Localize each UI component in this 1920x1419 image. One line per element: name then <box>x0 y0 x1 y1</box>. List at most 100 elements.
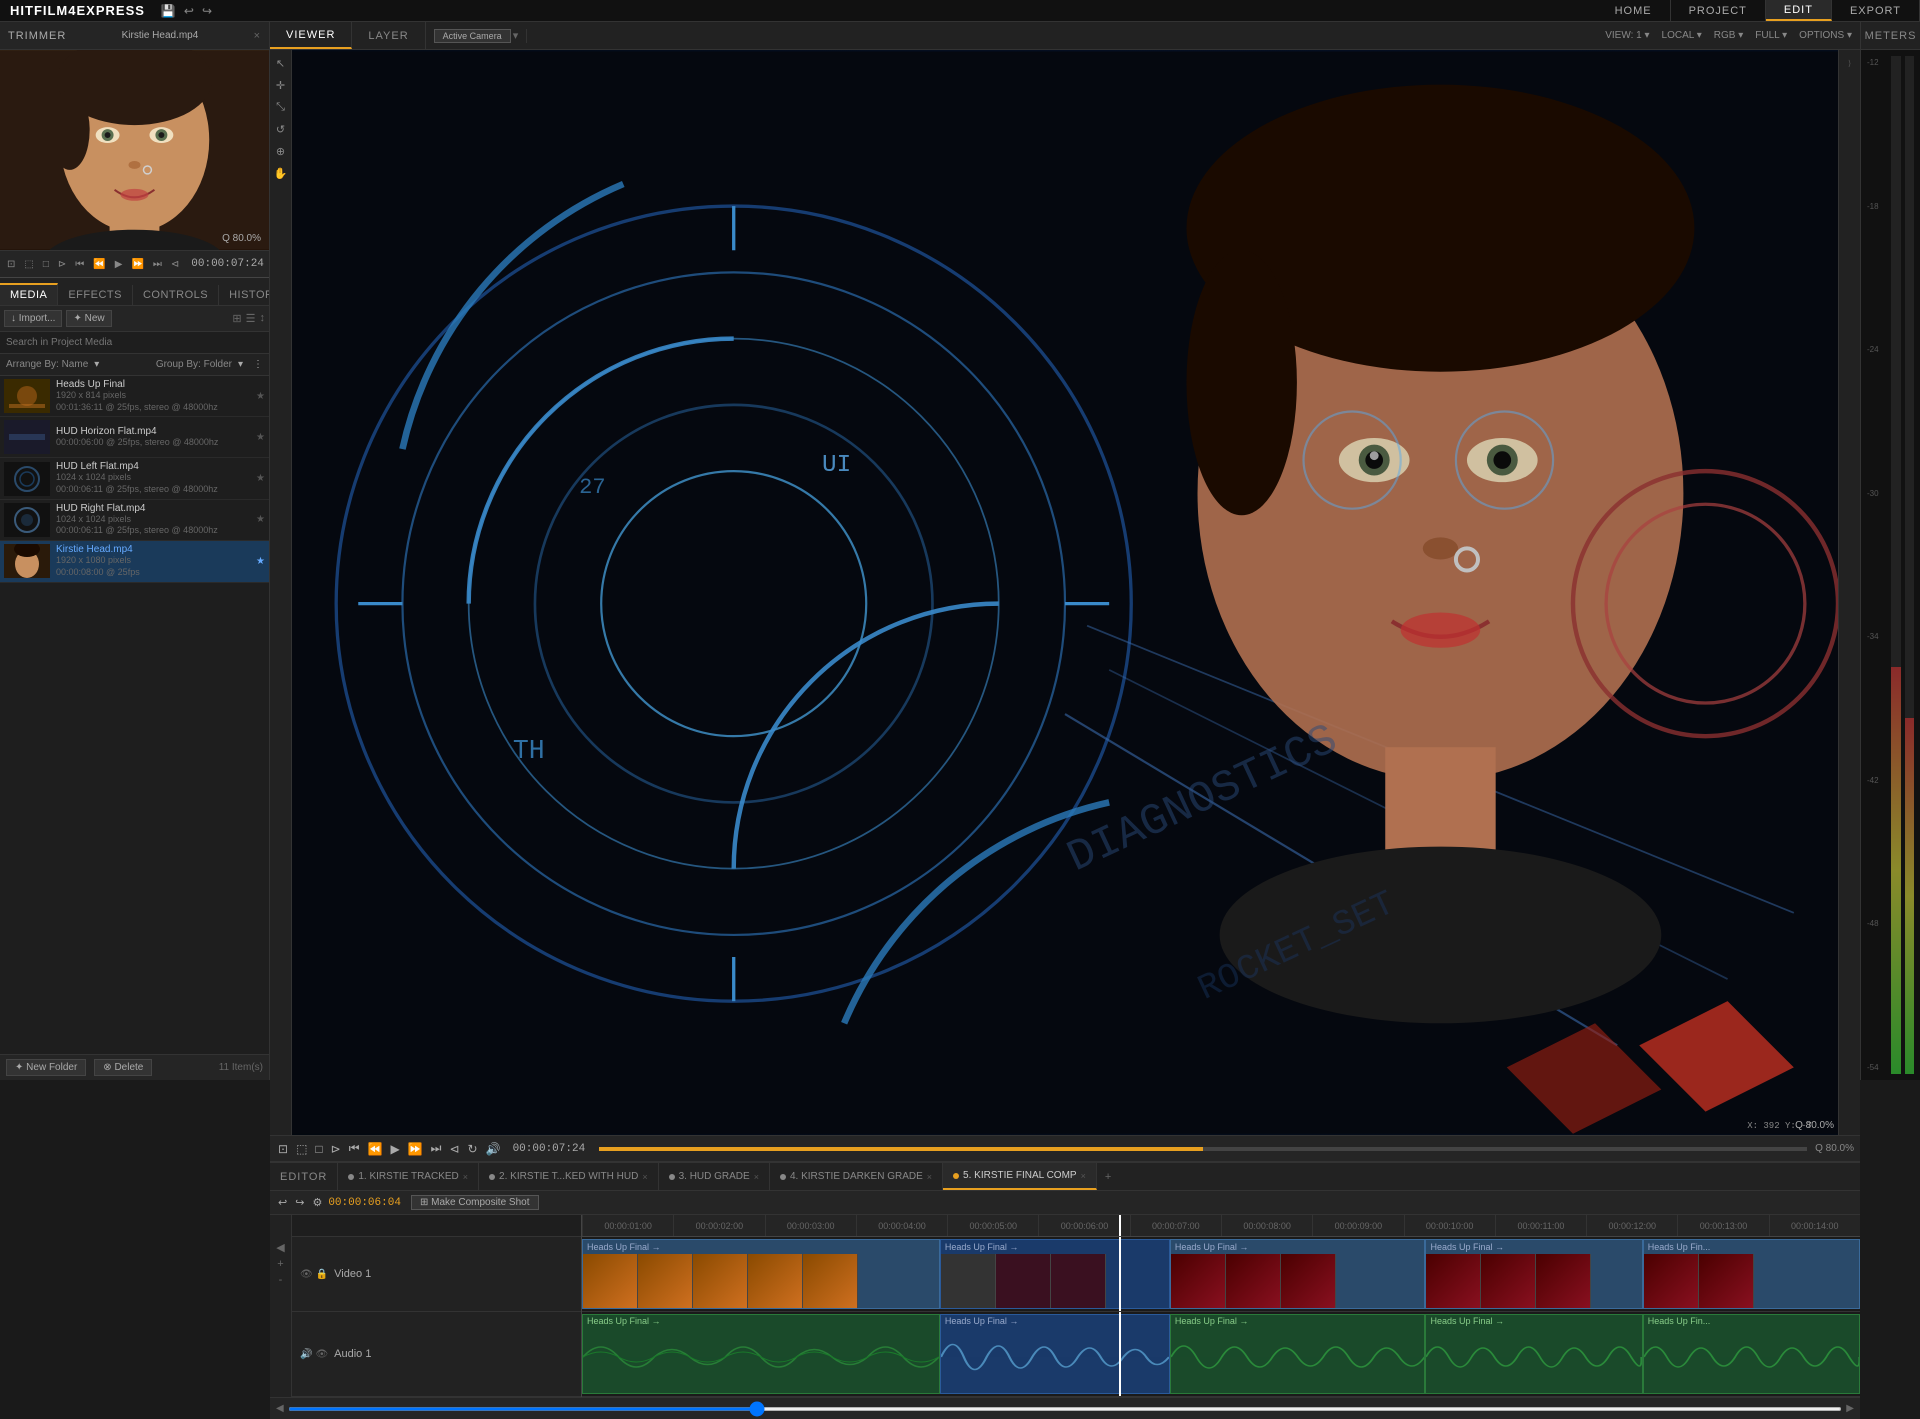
trim-ctrl-step-back[interactable]: ⏪ <box>90 257 108 272</box>
comp-tab-1[interactable]: 2. KIRSTIE T...KED WITH HUD × <box>479 1163 659 1190</box>
move-tool[interactable]: ✛ <box>272 76 290 94</box>
redo-icon[interactable]: ↪ <box>202 4 212 18</box>
comp-close-3[interactable]: × <box>927 1172 932 1182</box>
tc-settings[interactable]: ⚙ <box>310 1196 324 1209</box>
media-item-0[interactable]: Heads Up Final 1920 x 814 pixels 00:01:3… <box>0 376 269 417</box>
timeline-plus-btn[interactable]: + <box>1097 1171 1119 1183</box>
tab-viewer[interactable]: VIEWER <box>270 22 352 49</box>
zoom-viewer-tool[interactable]: ⊕ <box>272 142 290 160</box>
vc-btn-2[interactable]: ⬚ <box>294 1142 309 1156</box>
pointer-tool[interactable]: ↖ <box>272 54 290 72</box>
group-dropdown-icon[interactable]: ▾ <box>238 359 243 370</box>
video-clip-4[interactable]: Heads Up Fin... <box>1643 1239 1860 1309</box>
trim-ctrl-end[interactable]: ⏭ <box>150 257 165 272</box>
vc-audio[interactable]: 🔊 <box>484 1142 503 1156</box>
vc-mark-in[interactable]: ⊳ <box>329 1142 343 1156</box>
trim-ctrl-play[interactable]: ▶ <box>112 257 126 272</box>
vc-step-fwd[interactable]: ⏩ <box>406 1142 425 1156</box>
comp-close-1[interactable]: × <box>642 1172 647 1182</box>
new-button[interactable]: ✦ New <box>66 310 111 327</box>
tab-effects[interactable]: EFFECTS <box>58 285 133 305</box>
tab-export[interactable]: EXPORT <box>1832 0 1920 21</box>
undo-icon[interactable]: ↩ <box>184 4 194 18</box>
delete-button[interactable]: ⊗ Delete <box>94 1059 152 1076</box>
new-folder-button[interactable]: ✦ New Folder <box>6 1059 86 1076</box>
options-option[interactable]: OPTIONS <box>1799 30 1852 41</box>
active-camera-btn[interactable]: Active Camera <box>434 29 511 43</box>
comp-tab-2[interactable]: 3. HUD GRADE × <box>659 1163 770 1190</box>
vc-btn-1[interactable]: ⊡ <box>276 1142 290 1156</box>
video-lock-icon[interactable]: 🔒 <box>316 1269 328 1280</box>
media-item-1[interactable]: HUD Horizon Flat.mp4 00:00:06:00 @ 25fps… <box>0 417 269 458</box>
media-item-0-star[interactable]: ★ <box>256 391 265 402</box>
vc-mark-out[interactable]: ⊲ <box>447 1142 461 1156</box>
audio-speaker-icon[interactable]: 🔊 <box>300 1349 312 1360</box>
trim-ctrl-3[interactable]: □ <box>40 257 52 272</box>
trim-ctrl-mark-out[interactable]: ⊲ <box>168 257 182 272</box>
search-input[interactable] <box>6 337 263 348</box>
trim-ctrl-2[interactable]: ⬚ <box>21 257 36 272</box>
rotate-tool[interactable]: ↺ <box>272 120 290 138</box>
video-eye-icon[interactable]: 👁 <box>300 1269 313 1280</box>
trimmer-close[interactable]: × <box>254 30 261 42</box>
audio-eye-icon[interactable]: 👁 <box>315 1349 328 1360</box>
comp-close-2[interactable]: × <box>754 1172 759 1182</box>
comp-tab-3[interactable]: 4. KIRSTIE DARKEN GRADE × <box>770 1163 943 1190</box>
tl-scroll-left[interactable]: ◀ <box>276 1403 284 1414</box>
arrange-dropdown-icon[interactable]: ▾ <box>94 359 99 370</box>
tab-media[interactable]: MEDIA <box>0 283 58 305</box>
media-item-3[interactable]: HUD Right Flat.mp4 1024 x 1024 pixels 00… <box>0 500 269 541</box>
tab-project[interactable]: PROJECT <box>1671 0 1766 21</box>
ts-btn-2[interactable]: + <box>277 1258 283 1270</box>
audio-clip-1[interactable]: Heads Up Final → <box>940 1314 1170 1394</box>
vc-btn-3[interactable]: □ <box>313 1142 324 1156</box>
sort-icon[interactable]: ↕ <box>260 312 266 325</box>
tab-home[interactable]: HOME <box>1597 0 1671 21</box>
filter-count-icon[interactable]: ⋮ <box>253 359 263 370</box>
tab-history[interactable]: HISTORY <box>219 285 269 305</box>
media-item-1-star[interactable]: ★ <box>256 432 265 443</box>
save-icon[interactable]: 💾 <box>161 4 176 18</box>
video-clip-0[interactable]: Heads Up Final → <box>582 1239 940 1309</box>
vc-end[interactable]: ⏭ <box>429 1141 444 1156</box>
video-clip-3[interactable]: Heads Up Final → <box>1425 1239 1642 1309</box>
comp-close-4[interactable]: × <box>1081 1171 1086 1181</box>
rgb-option[interactable]: RGB <box>1714 30 1743 41</box>
make-composite-btn[interactable]: ⊞ Make Composite Shot <box>411 1195 539 1210</box>
view-option[interactable]: VIEW: 1 <box>1605 30 1649 41</box>
viewer-right-btn-1[interactable]: ⟩ <box>1841 54 1859 72</box>
audio-clip-2[interactable]: Heads Up Final → <box>1170 1314 1426 1394</box>
local-option[interactable]: LOCAL <box>1662 30 1702 41</box>
comp-tab-4[interactable]: 5. KIRSTIE FINAL COMP × <box>943 1163 1097 1190</box>
vc-prev[interactable]: ⏮ <box>347 1141 362 1156</box>
timeline-scroll[interactable] <box>288 1407 1843 1411</box>
trim-ctrl-1[interactable]: ⊡ <box>4 257 18 272</box>
media-item-4-star[interactable]: ★ <box>256 556 265 567</box>
media-item-2-star[interactable]: ★ <box>256 473 265 484</box>
media-item-4[interactable]: Kirstie Head.mp4 1920 x 1080 pixels 00:0… <box>0 541 269 582</box>
hand-tool[interactable]: ✋ <box>272 164 290 182</box>
import-button[interactable]: ↓ Import... <box>4 310 62 327</box>
video-clip-2[interactable]: Heads Up Final → <box>1170 1239 1426 1309</box>
comp-close-0[interactable]: × <box>463 1172 468 1182</box>
ts-btn-1[interactable]: ◀ <box>276 1241 284 1254</box>
tc-redo[interactable]: ↪ <box>293 1196 306 1209</box>
audio-clip-3[interactable]: Heads Up Final → <box>1425 1314 1642 1394</box>
tab-controls[interactable]: CONTROLS <box>133 285 219 305</box>
comp-tab-0[interactable]: 1. KIRSTIE TRACKED × <box>338 1163 479 1190</box>
video-clip-1[interactable]: Heads Up Final → <box>940 1239 1170 1309</box>
tl-scroll-right[interactable]: ▶ <box>1846 1403 1854 1414</box>
vc-play[interactable]: ▶ <box>388 1142 401 1156</box>
full-option[interactable]: FULL <box>1755 30 1787 41</box>
camera-dropdown-icon[interactable]: ▾ <box>513 29 519 42</box>
ts-btn-3[interactable]: - <box>279 1274 283 1286</box>
tab-edit[interactable]: EDIT <box>1766 0 1832 21</box>
trim-ctrl-prev[interactable]: ⏮ <box>72 257 87 272</box>
viewer-progress-bar[interactable] <box>599 1147 1807 1151</box>
scale-tool[interactable]: ⤡ <box>272 98 290 116</box>
audio-clip-4[interactable]: Heads Up Fin... <box>1643 1314 1860 1394</box>
grid-view-icon[interactable]: ⊞ <box>232 312 241 325</box>
media-item-2[interactable]: HUD Left Flat.mp4 1024 x 1024 pixels 00:… <box>0 458 269 499</box>
vc-loop[interactable]: ↻ <box>466 1142 480 1156</box>
tc-undo[interactable]: ↩ <box>276 1196 289 1209</box>
